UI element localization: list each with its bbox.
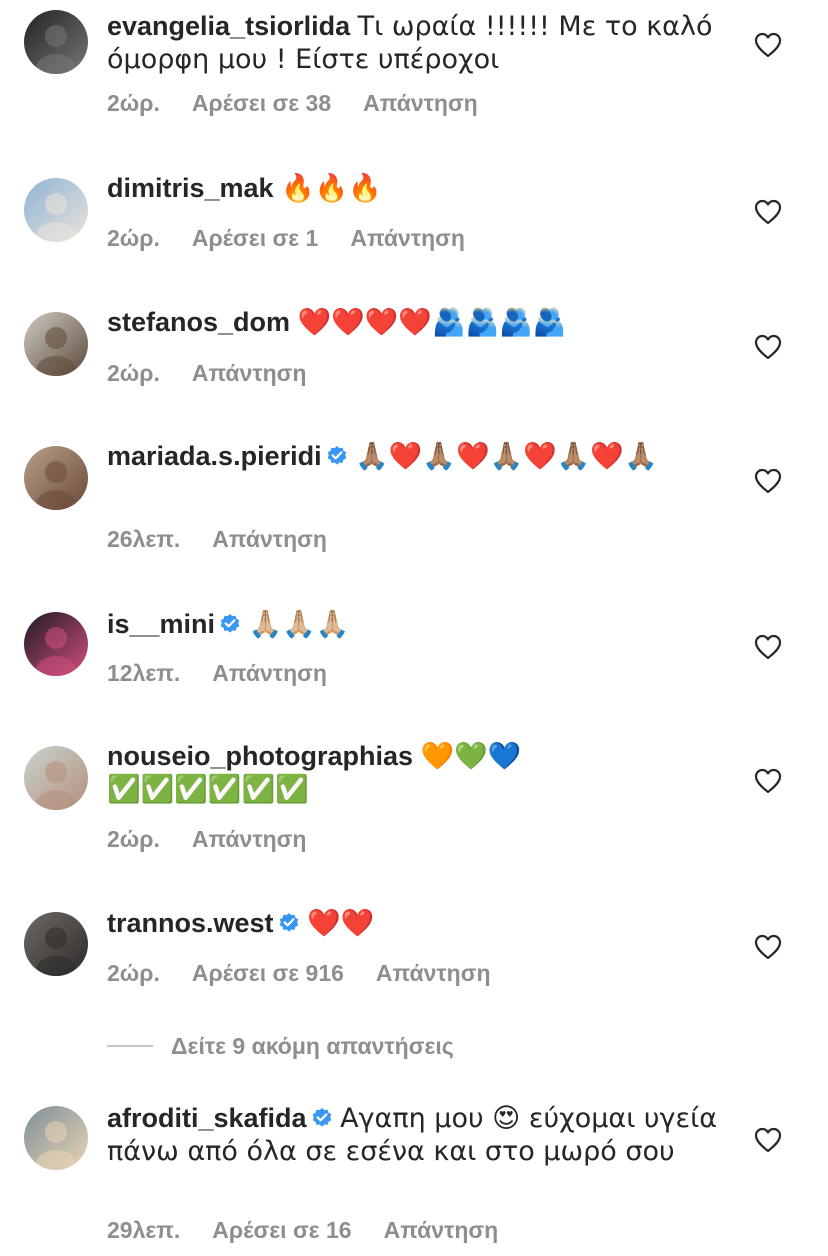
reply-button[interactable]: Απάντηση <box>212 660 327 686</box>
verified-badge <box>326 445 348 467</box>
reply-button[interactable]: Απάντηση <box>212 526 327 552</box>
avatar[interactable] <box>24 912 88 976</box>
comment-body: nouseio_photographias 🧡💚💙 ✅✅✅✅✅✅ <box>107 740 727 806</box>
comment-meta: 2ώρ. Απάντηση <box>107 826 338 853</box>
comment-username[interactable]: dimitris_mak <box>107 173 274 203</box>
avatar-image <box>24 10 88 74</box>
comment-text: 🔥🔥🔥 <box>281 173 382 204</box>
reply-button[interactable]: Απάντηση <box>384 1217 499 1243</box>
comment-timestamp: 26λεπ. <box>107 526 181 552</box>
comment-timestamp: 2ώρ. <box>107 960 160 986</box>
verified-badge <box>219 613 241 635</box>
comment-username[interactable]: trannos.west <box>107 908 274 938</box>
comment-timestamp: 2ώρ. <box>107 225 160 251</box>
verified-badge-icon <box>279 913 298 932</box>
heart-icon <box>754 32 782 58</box>
reply-button[interactable]: Απάντηση <box>363 90 478 116</box>
comment-body: stefanos_dom ❤️❤️❤️❤️🫂🫂🫂🫂 <box>107 306 727 339</box>
reply-button[interactable]: Απάντηση <box>376 960 491 986</box>
avatar-image <box>24 912 88 976</box>
more-replies-label[interactable]: Δείτε 9 ακόμη απαντήσεις <box>171 1033 454 1060</box>
comment-meta: 2ώρ. Αρέσει σε 1 Απάντηση <box>107 225 497 252</box>
comment-meta: 2ώρ. Απάντηση <box>107 360 338 387</box>
avatar-image <box>24 1106 88 1170</box>
verified-badge-icon <box>312 1108 331 1127</box>
comment-meta: 26λεπ. Απάντηση <box>107 526 359 553</box>
avatar-image <box>24 746 88 810</box>
comment-like-count[interactable]: Αρέσει σε 1 <box>192 225 318 251</box>
like-button[interactable] <box>754 934 782 960</box>
comment-body: dimitris_mak 🔥🔥🔥 <box>107 172 727 205</box>
comment-username[interactable]: afroditi_skafida <box>107 1103 307 1133</box>
comment-meta: 12λεπ. Απάντηση <box>107 660 359 687</box>
comment-like-count[interactable]: Αρέσει σε 16 <box>212 1217 351 1243</box>
reply-button[interactable]: Απάντηση <box>350 225 465 251</box>
avatar-image <box>24 612 88 676</box>
heart-icon <box>754 768 782 794</box>
like-button[interactable] <box>754 634 782 660</box>
verified-badge <box>311 1107 333 1129</box>
reply-button[interactable]: Απάντηση <box>192 826 307 852</box>
like-button[interactable] <box>754 32 782 58</box>
comment-text: ❤️❤️ <box>307 908 375 939</box>
comment-text: ❤️❤️❤️❤️🫂🫂🫂🫂 <box>297 307 567 338</box>
avatar[interactable] <box>24 612 88 676</box>
comment-text: 🙏🏽❤️🙏🏽❤️🙏🏽❤️🙏🏽❤️🙏🏽 <box>355 441 658 472</box>
verified-badge-icon <box>220 614 240 633</box>
verified-badge <box>278 912 300 934</box>
heart-icon <box>754 199 782 225</box>
comment-body: mariada.s.pieridi 🙏🏽❤️🙏🏽❤️🙏🏽❤️🙏🏽❤️🙏🏽 <box>107 440 727 473</box>
avatar-image <box>24 178 88 242</box>
comment-body: trannos.west ❤️❤️ <box>107 907 727 940</box>
avatar[interactable] <box>24 1106 88 1170</box>
heart-icon <box>754 634 782 660</box>
avatar[interactable] <box>24 446 88 510</box>
avatar[interactable] <box>24 10 88 74</box>
more-replies-divider <box>107 1045 153 1047</box>
like-button[interactable] <box>754 334 782 360</box>
comment-username[interactable]: evangelia_tsiorlida <box>107 11 350 41</box>
avatar[interactable] <box>24 746 88 810</box>
comment-body: evangelia_tsiorlida Τι ωραία !!!!!! Με τ… <box>107 10 727 76</box>
comment-text: 🙏🏼🙏🏼🙏🏼 <box>248 609 350 640</box>
comment-meta: 2ώρ. Αρέσει σε 38 Απάντηση <box>107 90 510 117</box>
comment-username[interactable]: nouseio_photographias <box>107 741 413 771</box>
comment-body: is__mini 🙏🏼🙏🏼🙏🏼 <box>107 608 727 641</box>
comment-timestamp: 2ώρ. <box>107 90 160 116</box>
heart-icon <box>754 334 782 360</box>
comment-body: afroditi_skafida Αγαπη μου 😍 εύχομαι υγε… <box>107 1102 727 1168</box>
like-button[interactable] <box>754 1127 782 1153</box>
verified-badge-icon <box>327 446 346 465</box>
comment-like-count[interactable]: Αρέσει σε 38 <box>192 90 331 116</box>
comment-meta: 2ώρ. Αρέσει σε 916 Απάντηση <box>107 960 523 987</box>
comment-like-count[interactable]: Αρέσει σε 916 <box>192 960 344 986</box>
like-button[interactable] <box>754 768 782 794</box>
comment-username[interactable]: mariada.s.pieridi <box>107 441 322 471</box>
avatar-image <box>24 446 88 510</box>
avatar[interactable] <box>24 178 88 242</box>
heart-icon <box>754 468 782 494</box>
comment-meta: 29λεπ. Αρέσει σε 16 Απάντηση <box>107 1217 530 1244</box>
like-button[interactable] <box>754 468 782 494</box>
comment-username[interactable]: is__mini <box>107 609 215 639</box>
comment-timestamp: 12λεπ. <box>107 660 181 686</box>
heart-icon <box>754 1127 782 1153</box>
like-button[interactable] <box>754 199 782 225</box>
avatar-image <box>24 312 88 376</box>
comment-username[interactable]: stefanos_dom <box>107 307 290 337</box>
comment-timestamp: 2ώρ. <box>107 360 160 386</box>
heart-icon <box>754 934 782 960</box>
reply-button[interactable]: Απάντηση <box>192 360 307 386</box>
view-more-replies[interactable]: Δείτε 9 ακόμη απαντήσεις <box>107 1031 454 1061</box>
comment-timestamp: 2ώρ. <box>107 826 160 852</box>
comment-timestamp: 29λεπ. <box>107 1217 181 1243</box>
avatar[interactable] <box>24 312 88 376</box>
